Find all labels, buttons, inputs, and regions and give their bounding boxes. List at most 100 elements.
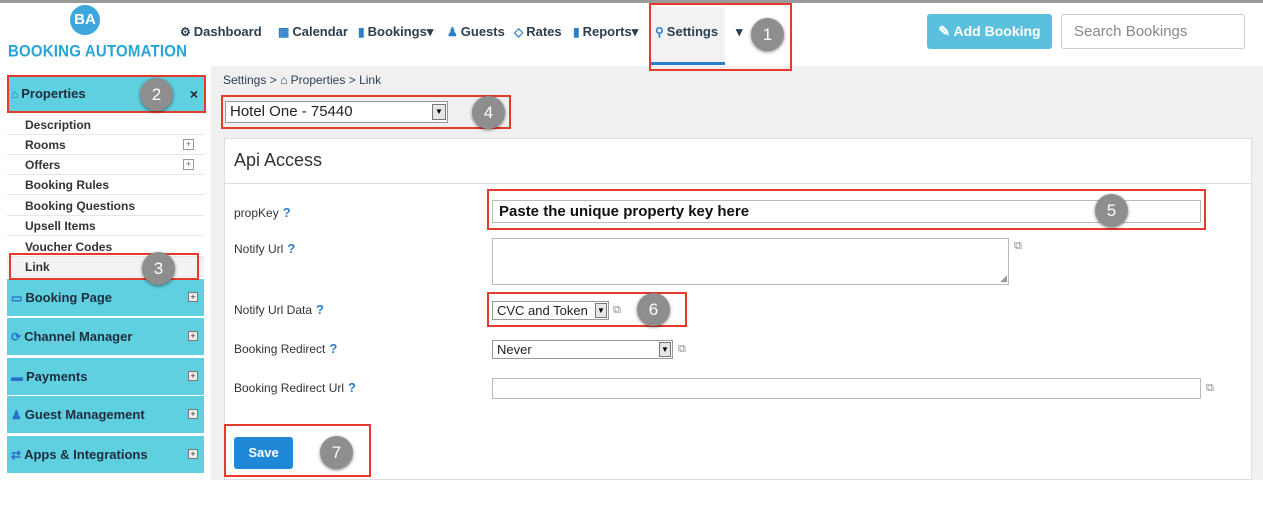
save-button[interactable]: Save — [234, 437, 293, 469]
annotation-badge-4: 4 — [472, 96, 505, 129]
chevron-down-icon: ▼ — [595, 303, 607, 318]
external-link-icon[interactable]: ⧉ — [613, 304, 621, 317]
chevron-down-icon: ▾ — [736, 24, 743, 39]
nav-reports-label: Reports — [582, 24, 632, 39]
propkey-label-text: propKey — [234, 206, 279, 220]
exchange-icon: ⇄ — [11, 448, 22, 462]
breadcrumb-separator: > — [269, 73, 277, 87]
sidebar-item-guest-management[interactable]: ♟ Guest Management + — [7, 396, 204, 434]
logo-mark[interactable]: BA — [70, 5, 100, 35]
breadcrumb-separator: > — [348, 73, 356, 87]
help-icon[interactable]: ? — [287, 241, 295, 256]
close-icon[interactable]: × — [190, 75, 198, 113]
expand-icon[interactable]: + — [183, 139, 194, 150]
notify-url-label: Notify Url? — [234, 241, 295, 256]
booking-redirect-url-label-text: Booking Redirect Url — [234, 381, 345, 395]
sidebar-subitem-label: Description — [25, 118, 92, 132]
nav-settings[interactable]: ⚲ Settings — [655, 24, 718, 39]
sidebar-item-apps-integrations[interactable]: ⇄ Apps & Integrations + — [7, 436, 204, 474]
nav-bookings-label: Bookings — [367, 24, 427, 39]
sync-icon: ⟳ — [11, 330, 22, 344]
search-bookings-input[interactable] — [1061, 14, 1245, 49]
expand-icon[interactable]: + — [183, 159, 194, 170]
chevron-down-icon: ▼ — [659, 342, 671, 357]
sidebar-subitem-upsell-items[interactable]: Upsell Items — [7, 216, 204, 236]
booking-redirect-url-input[interactable] — [492, 378, 1201, 399]
booking-redirect-label-text: Booking Redirect — [234, 342, 326, 356]
breadcrumb: Settings > ⌂ Properties > Link — [223, 73, 381, 87]
nav-bookings[interactable]: ▮ Bookings▾ — [358, 24, 433, 40]
breadcrumb-properties[interactable]: Properties — [291, 73, 346, 87]
sidebar-item-properties[interactable]: ⌂ Properties × — [7, 75, 204, 113]
reports-icon: ▮ — [573, 25, 580, 39]
booking-redirect-value: Never — [497, 342, 532, 357]
expand-icon[interactable]: + — [188, 449, 198, 459]
sidebar-subitem-voucher-codes[interactable]: Voucher Codes — [7, 237, 204, 257]
sidebar-item-booking-page[interactable]: ▭ Booking Page + — [7, 279, 204, 317]
logo-text[interactable]: BOOKING AUTOMATION — [8, 42, 187, 61]
help-icon[interactable]: ? — [348, 380, 356, 395]
booking-redirect-select[interactable]: Never ▼ — [492, 340, 673, 359]
chevron-down-icon: ▼ — [432, 104, 446, 120]
annotation-badge-1: 1 — [751, 18, 784, 51]
expand-icon[interactable]: + — [188, 371, 198, 381]
notify-url-data-label: Notify Url Data? — [234, 302, 324, 317]
annotation-badge-6: 6 — [637, 293, 670, 326]
add-booking-button[interactable]: ✎ Add Booking — [927, 14, 1052, 49]
sidebar-item-label: Payments — [26, 369, 88, 384]
annotation-badge-2: 2 — [140, 78, 173, 111]
help-icon[interactable]: ? — [316, 302, 324, 317]
api-access-panel — [224, 138, 1252, 480]
external-link-icon[interactable]: ⧉ — [678, 343, 686, 356]
external-link-icon[interactable]: ⧉ — [1206, 382, 1214, 395]
sidebar-subitem-label: Voucher Codes — [25, 240, 113, 254]
breadcrumb-link: Link — [359, 73, 382, 87]
sidebar-subitem-rooms[interactable]: Rooms + — [7, 135, 204, 155]
notify-url-label-text: Notify Url — [234, 242, 284, 256]
calendar-icon: ▦ — [278, 25, 290, 39]
booking-redirect-label: Booking Redirect? — [234, 341, 337, 356]
sidebar: ⌂ Properties × Description Rooms + Offers +… — [7, 75, 204, 480]
nav-calendar[interactable]: ▦ Calendar — [278, 24, 348, 39]
nav-rates[interactable]: ◇ Rates — [514, 24, 562, 39]
notify-url-data-select[interactable]: CVC and Token ▼ — [492, 301, 609, 320]
breadcrumb-settings[interactable]: Settings — [223, 73, 266, 87]
nav-settings-label: Settings — [666, 24, 719, 39]
expand-icon[interactable]: + — [188, 331, 198, 341]
home-icon: ⌂ — [280, 73, 288, 87]
sidebar-item-label: Channel Manager — [24, 329, 133, 344]
dashboard-icon: ⚙ — [180, 25, 191, 39]
property-select[interactable]: Hotel One - 75440 ▼ — [225, 101, 448, 123]
help-icon[interactable]: ? — [283, 205, 291, 220]
nav-more-dropdown[interactable]: ▾ — [736, 24, 743, 40]
external-link-icon[interactable]: ⧉ — [1014, 240, 1022, 253]
rates-icon: ◇ — [514, 25, 524, 39]
settings-icon: ⚲ — [655, 25, 664, 39]
sidebar-subitem-booking-rules[interactable]: Booking Rules — [7, 175, 204, 195]
bookings-icon: ▮ — [358, 25, 365, 39]
nav-dashboard[interactable]: ⚙ Dashboard — [180, 24, 262, 39]
sidebar-subitem-booking-questions[interactable]: Booking Questions — [7, 196, 204, 216]
divider — [225, 183, 1252, 184]
resize-handle-icon[interactable]: ◢ — [1000, 273, 1007, 284]
nav-rates-label: Rates — [526, 24, 562, 39]
expand-icon[interactable]: + — [188, 292, 198, 302]
sidebar-subitem-label: Link — [25, 260, 50, 274]
sidebar-subitem-offers[interactable]: Offers + — [7, 155, 204, 175]
monitor-icon: ▭ — [11, 291, 23, 305]
credit-card-icon: ▬ — [11, 370, 23, 384]
nav-reports[interactable]: ▮ Reports▾ — [573, 24, 638, 40]
sidebar-item-channel-manager[interactable]: ⟳ Channel Manager + — [7, 318, 204, 356]
sidebar-item-payments[interactable]: ▬ Payments + — [7, 358, 204, 396]
pencil-icon: ✎ — [938, 23, 954, 39]
sidebar-subitem-description[interactable]: Description — [7, 115, 204, 135]
nav-guests[interactable]: ♟ Guests — [447, 24, 505, 39]
sidebar-item-properties-label: Properties — [21, 86, 86, 101]
guests-icon: ♟ — [11, 408, 22, 422]
sidebar-subitem-label: Booking Rules — [25, 178, 110, 192]
notify-url-textarea[interactable]: ◢ — [492, 238, 1009, 285]
expand-icon[interactable]: + — [188, 409, 198, 419]
help-icon[interactable]: ? — [329, 341, 337, 356]
notify-url-data-value: CVC and Token — [497, 303, 588, 318]
nav-calendar-label: Calendar — [292, 24, 348, 39]
